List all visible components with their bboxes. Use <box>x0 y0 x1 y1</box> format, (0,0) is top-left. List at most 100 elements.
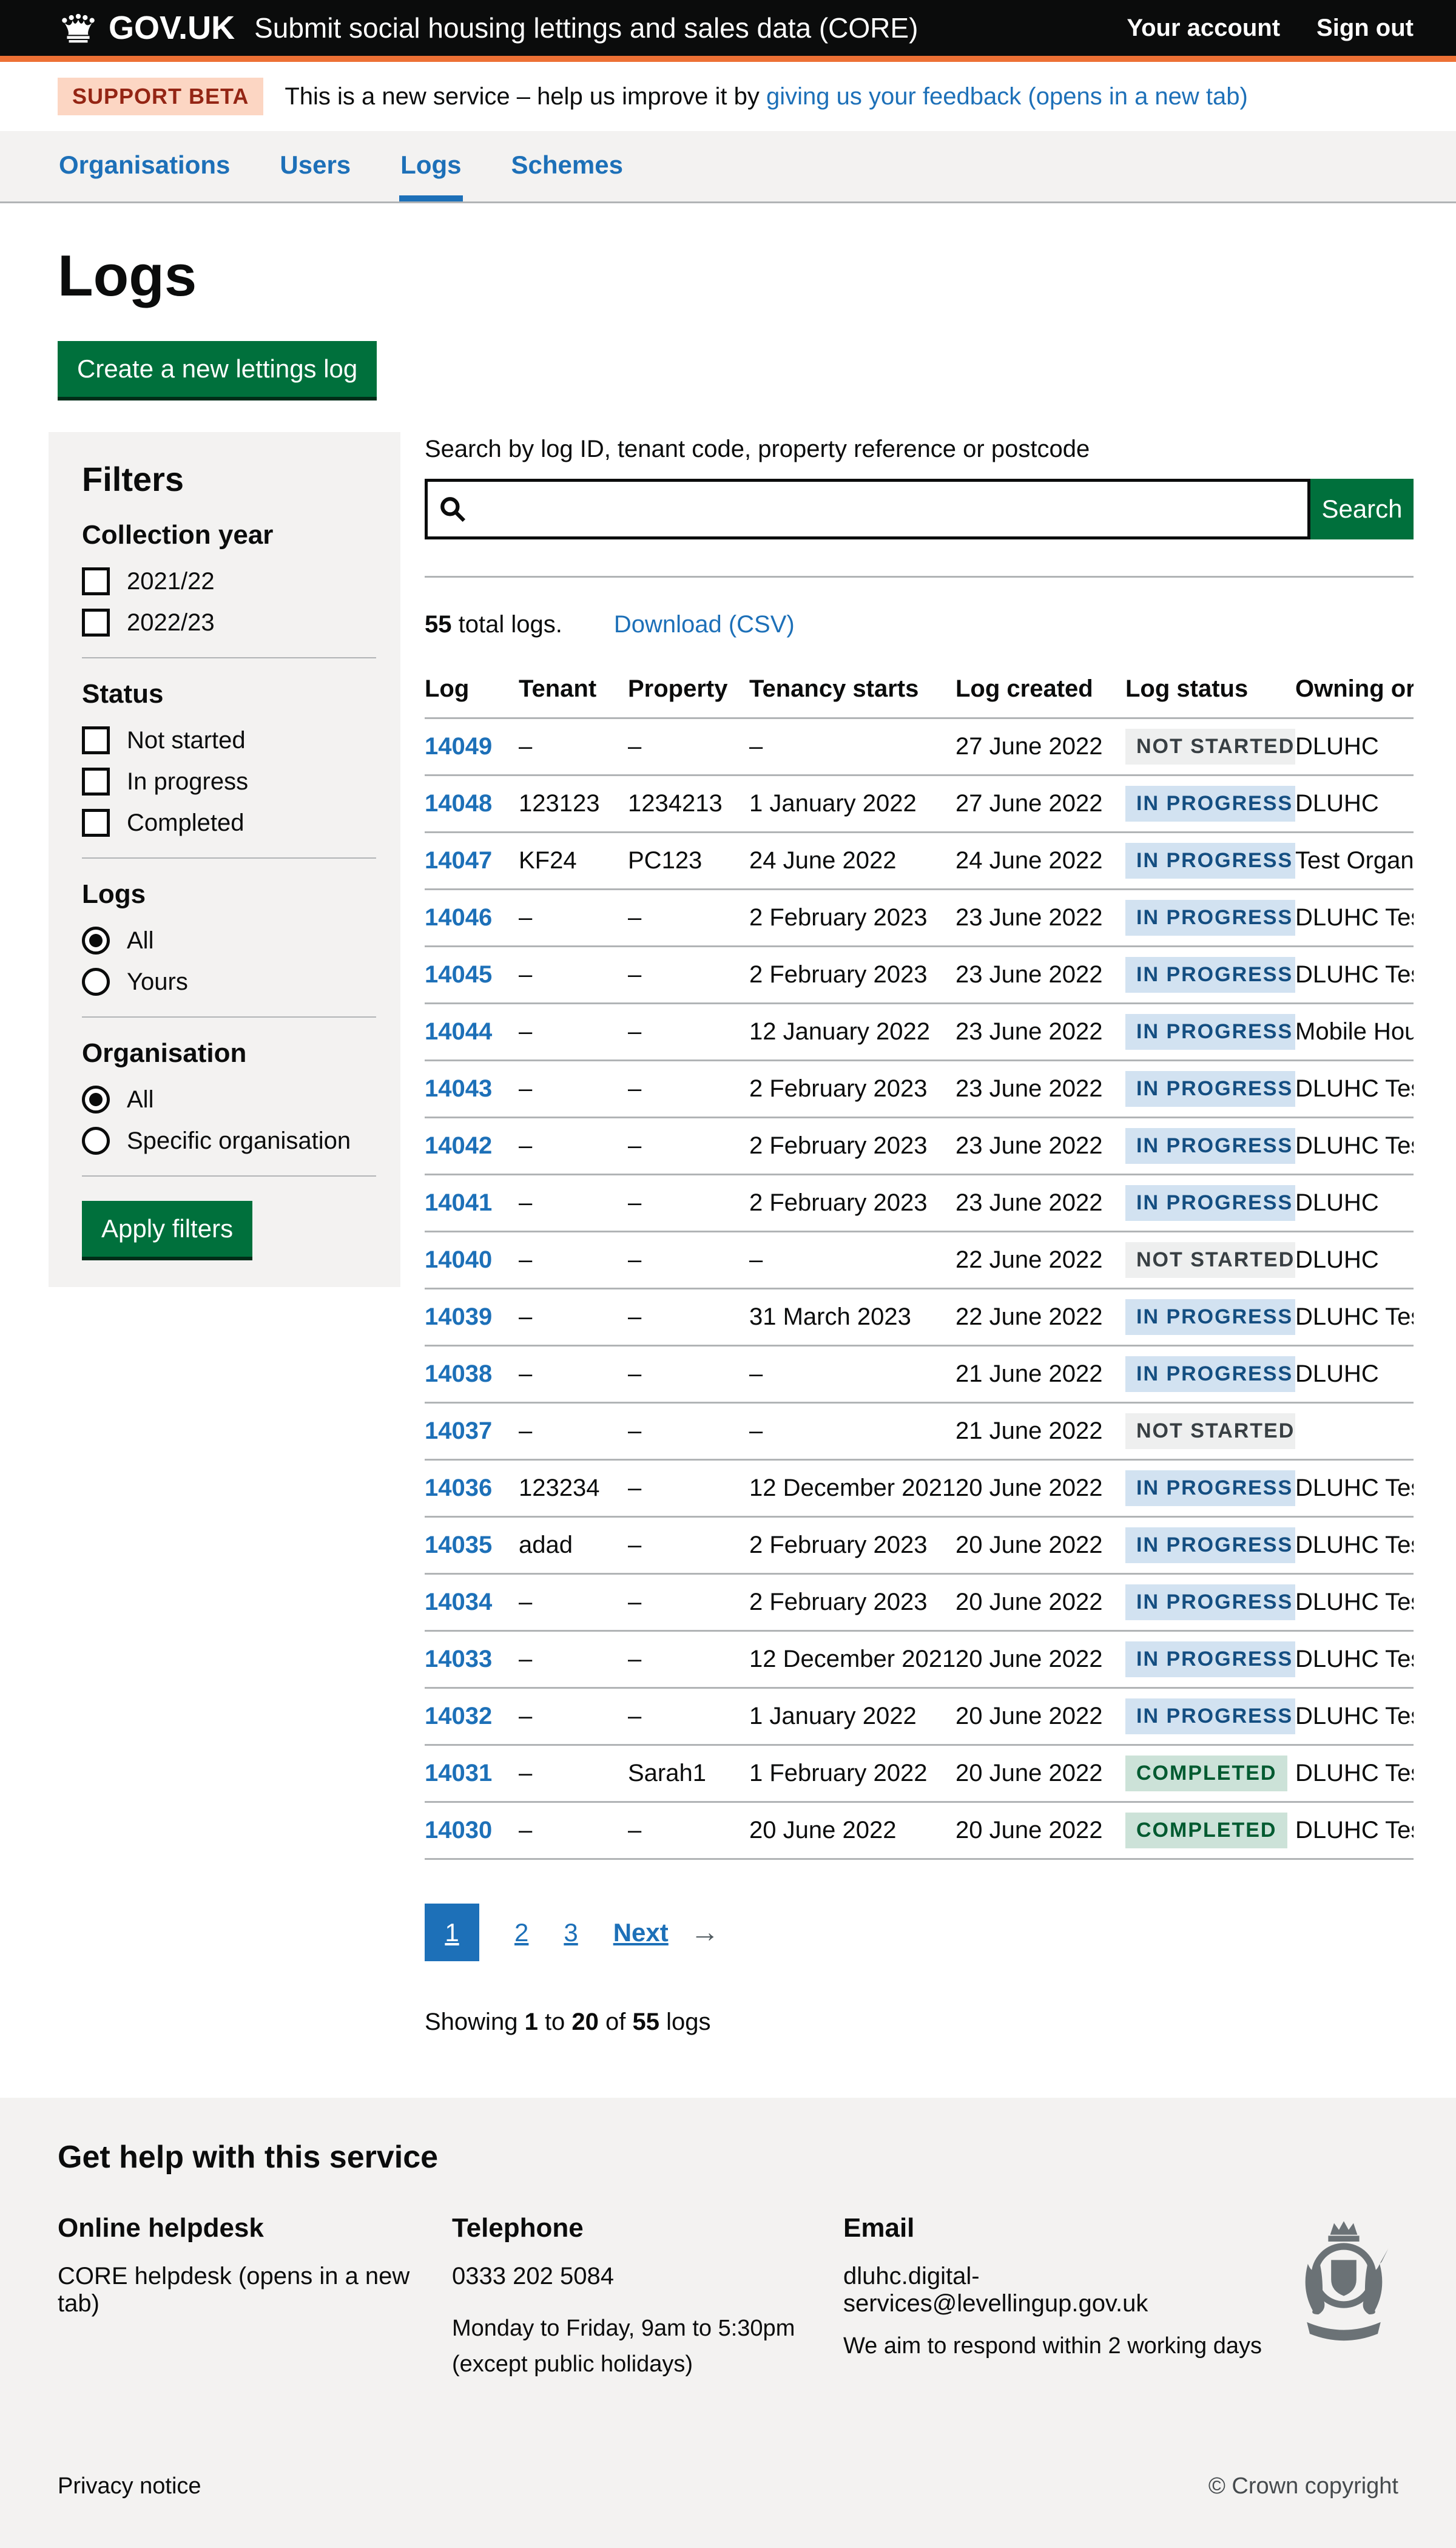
checkbox-icon[interactable] <box>82 809 110 837</box>
table-row: 14036123234–12 December 202120 June 2022… <box>425 1460 1414 1517</box>
tenant-cell: – <box>519 1802 628 1859</box>
column-header-property: Property <box>628 660 749 718</box>
table-row: 14039––31 March 202322 June 2022IN PROGR… <box>425 1289 1414 1346</box>
filter-option-2021-22[interactable]: 2021/22 <box>82 567 376 595</box>
nav-item-organisations[interactable]: Organisations <box>58 131 231 201</box>
table-row: 14033––12 December 202120 June 2022IN PR… <box>425 1631 1414 1688</box>
log-link[interactable]: 14039 <box>425 1303 492 1330</box>
log-link[interactable]: 14030 <box>425 1817 492 1843</box>
log-link[interactable]: 14045 <box>425 961 492 988</box>
nav-item-users[interactable]: Users <box>278 131 352 201</box>
log-link[interactable]: 14043 <box>425 1075 492 1102</box>
filter-option-in-progress[interactable]: In progress <box>82 768 376 796</box>
checkbox-icon[interactable] <box>82 609 110 637</box>
log-link[interactable]: 14048 <box>425 790 492 817</box>
apply-filters-button[interactable]: Apply filters <box>82 1201 252 1257</box>
checkbox-icon[interactable] <box>82 567 110 595</box>
feedback-link[interactable]: giving us your feedback (opens in a new … <box>766 83 1248 110</box>
govuk-logo[interactable]: GOV.UK <box>58 9 235 47</box>
download-csv-link[interactable]: Download (CSV) <box>614 611 795 638</box>
filter-option-completed[interactable]: Completed <box>82 809 376 837</box>
table-row: 14035adad–2 February 202320 June 2022IN … <box>425 1517 1414 1574</box>
filter-option-specific-organisation[interactable]: Specific organisation <box>82 1127 376 1155</box>
log-status-cell: IN PROGRESS <box>1125 890 1295 947</box>
log-cell: 14049 <box>425 718 519 776</box>
filter-option-label: Yours <box>127 968 188 996</box>
log-link[interactable]: 14044 <box>425 1018 492 1045</box>
nav-item-schemes[interactable]: Schemes <box>510 131 624 201</box>
log-link[interactable]: 14031 <box>425 1760 492 1786</box>
log-link[interactable]: 14034 <box>425 1589 492 1615</box>
nav-item-logs[interactable]: Logs <box>399 131 462 201</box>
search-input[interactable] <box>475 495 1296 524</box>
pagination-next-link[interactable]: Next <box>613 1918 669 1947</box>
log-created-cell: 23 June 2022 <box>956 890 1125 947</box>
total-logs-count: 55 <box>425 611 452 638</box>
filter-option-all[interactable]: All <box>82 1086 376 1113</box>
property-cell: – <box>628 1061 749 1118</box>
sign-out-link[interactable]: Sign out <box>1316 15 1414 42</box>
radio-icon[interactable] <box>82 1127 110 1155</box>
status-badge: IN PROGRESS <box>1125 1071 1295 1107</box>
pagination-page-1[interactable]: 1 <box>425 1904 479 1961</box>
log-link[interactable]: 14037 <box>425 1418 492 1444</box>
table-row: 14045––2 February 202323 June 2022IN PRO… <box>425 947 1414 1004</box>
tenancy-starts-cell: 24 June 2022 <box>749 833 956 890</box>
log-cell: 14047 <box>425 833 519 890</box>
log-link[interactable]: 14047 <box>425 847 492 874</box>
filter-option-label: In progress <box>127 768 248 796</box>
telephone-hours-line2: (except public holidays) <box>452 2351 693 2377</box>
log-cell: 14032 <box>425 1688 519 1745</box>
log-created-cell: 22 June 2022 <box>956 1289 1125 1346</box>
main-content: Logs Create a new lettings log Filters C… <box>0 243 1456 2060</box>
tenancy-starts-cell: 12 December 2021 <box>749 1460 956 1517</box>
showing-prefix: Showing <box>425 2009 517 2035</box>
log-created-cell: 20 June 2022 <box>956 1460 1125 1517</box>
service-name-link[interactable]: Submit social housing lettings and sales… <box>254 12 918 44</box>
email-link[interactable]: dluhc.digital-services@levellingup.gov.u… <box>843 2263 1148 2317</box>
column-header-log-created: Log created <box>956 660 1125 718</box>
filter-option-not-started[interactable]: Not started <box>82 726 376 754</box>
privacy-notice-link[interactable]: Privacy notice <box>58 2473 201 2499</box>
filter-option-yours[interactable]: Yours <box>82 968 376 996</box>
crown-copyright-link[interactable]: © Crown copyright <box>1208 2473 1398 2499</box>
log-link[interactable]: 14033 <box>425 1646 492 1672</box>
radio-icon[interactable] <box>82 927 110 955</box>
log-link[interactable]: 14040 <box>425 1246 492 1273</box>
log-link[interactable]: 14049 <box>425 733 492 760</box>
log-created-cell: 23 June 2022 <box>956 947 1125 1004</box>
pagination-page-2[interactable]: 2 <box>514 1918 528 1947</box>
log-link[interactable]: 14042 <box>425 1132 492 1159</box>
log-status-cell: IN PROGRESS <box>1125 1004 1295 1061</box>
tenant-cell: KF24 <box>519 833 628 890</box>
pagination-page-3[interactable]: 3 <box>564 1918 578 1947</box>
search-button[interactable]: Search <box>1310 479 1414 539</box>
primary-nav: Organisations Users Logs Schemes <box>0 131 1456 203</box>
log-link[interactable]: 14035 <box>425 1532 492 1558</box>
radio-icon[interactable] <box>82 1086 110 1113</box>
log-link[interactable]: 14036 <box>425 1475 492 1501</box>
page-title: Logs <box>58 243 1414 309</box>
log-link[interactable]: 14041 <box>425 1189 492 1216</box>
logs-table: LogTenantPropertyTenancy startsLog creat… <box>425 660 1414 1860</box>
checkbox-icon[interactable] <box>82 768 110 796</box>
log-created-cell: 24 June 2022 <box>956 833 1125 890</box>
checkbox-icon[interactable] <box>82 726 110 754</box>
create-lettings-log-button[interactable]: Create a new lettings log <box>58 341 377 397</box>
property-cell: 1234213 <box>628 776 749 833</box>
your-account-link[interactable]: Your account <box>1127 15 1280 42</box>
log-link[interactable]: 14032 <box>425 1703 492 1729</box>
core-helpdesk-link[interactable]: CORE helpdesk (opens in a new tab) <box>58 2263 410 2317</box>
log-created-cell: 21 June 2022 <box>956 1403 1125 1460</box>
filter-option-all[interactable]: All <box>82 927 376 955</box>
tenancy-starts-cell: 2 February 2023 <box>749 1061 956 1118</box>
property-cell: – <box>628 1688 749 1745</box>
results-section: Search by log ID, tenant code, property … <box>425 432 1414 2060</box>
filter-option-2022-23[interactable]: 2022/23 <box>82 609 376 637</box>
radio-icon[interactable] <box>82 968 110 996</box>
log-link[interactable]: 14046 <box>425 904 492 931</box>
log-created-cell: 20 June 2022 <box>956 1802 1125 1859</box>
log-link[interactable]: 14038 <box>425 1360 492 1387</box>
footer-telephone-column: Telephone 0333 202 5084 Monday to Friday… <box>452 2213 843 2382</box>
total-logs-suffix: total logs. <box>459 611 562 638</box>
